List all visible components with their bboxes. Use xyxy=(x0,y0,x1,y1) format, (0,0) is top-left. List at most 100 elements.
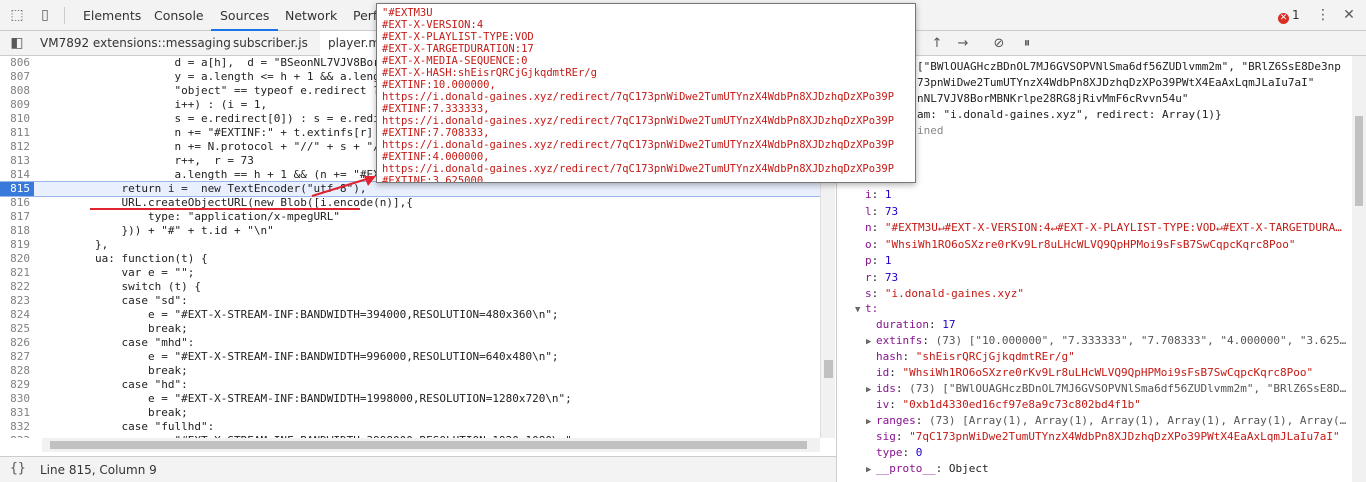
line-number[interactable]: 811 xyxy=(0,126,30,140)
line-number[interactable]: 829 xyxy=(0,378,30,392)
toggle-navigator-icon[interactable]: ◧ xyxy=(8,34,26,52)
code-line[interactable]: 825 break; xyxy=(0,322,820,336)
expand-arrow-icon[interactable]: ▶ xyxy=(866,334,876,350)
scrollbar-thumb[interactable] xyxy=(50,441,807,449)
scope-variable[interactable]: ▶ extinfs: (73) ["10.000000", "7.333333",… xyxy=(866,333,1346,349)
scope-variable[interactable]: sig: "7qC173pnWiDwe2TumUTYnzX4WdbPn8XJDz… xyxy=(876,429,1340,445)
scope-object-t[interactable]: ▼ t: xyxy=(855,301,878,317)
tab-sources[interactable]: Sources xyxy=(211,0,279,31)
step-out-icon[interactable]: ↑ xyxy=(928,35,946,53)
deactivate-breakpoints-icon[interactable]: ⊘ xyxy=(990,35,1008,53)
line-number[interactable]: 810 xyxy=(0,112,30,126)
code-line[interactable]: 829 case "hd": xyxy=(0,378,820,392)
code-line[interactable]: 824 e = "#EXT-X-STREAM-INF:BANDWIDTH=394… xyxy=(0,308,820,322)
scope-variable[interactable]: ▶ ids: (73) ["BWlOUAGHczBDnOL7MJ6GVSOPVNl… xyxy=(866,381,1346,397)
scrollbar-thumb[interactable] xyxy=(1355,116,1363,206)
close-devtools-icon[interactable]: ✕ xyxy=(1340,6,1358,24)
line-number[interactable]: 823 xyxy=(0,294,30,308)
inspect-element-icon[interactable]: ⬚ xyxy=(8,6,26,24)
scope-variable[interactable]: hash: "shEisrQRCjGjkqdmtREr/g" xyxy=(876,349,1075,365)
code-line[interactable]: 823 case "sd": xyxy=(0,294,820,308)
code-line[interactable]: 826 case "mhd": xyxy=(0,336,820,350)
scope-variable[interactable]: iv: "0xb1d4330ed16cf97e8a9c73c802bd4f1b" xyxy=(876,397,1141,413)
line-number[interactable]: 818 xyxy=(0,224,30,238)
expand-arrow-icon[interactable]: ▶ xyxy=(866,414,876,430)
line-number[interactable]: 806 xyxy=(0,56,30,70)
scrollbar-thumb[interactable] xyxy=(824,360,833,378)
variable-name: hash xyxy=(876,350,903,363)
variable-value: "7qC173pnWiDwe2TumUTYnzX4WdbPn8XJDzhqDzX… xyxy=(909,430,1340,443)
variable-value: "shEisrQRCjGjkqdmtREr/g" xyxy=(915,350,1075,363)
scope-variable[interactable]: l: 73 xyxy=(865,204,898,220)
line-number[interactable]: 824 xyxy=(0,308,30,322)
line-number[interactable]: 816 xyxy=(0,196,30,210)
scope-variable[interactable]: i: 1 xyxy=(865,187,892,203)
scope-variable[interactable]: p: 1 xyxy=(865,253,892,269)
scope-variable[interactable]: ▶ __proto__: Object xyxy=(866,461,989,477)
code-line[interactable]: 827 e = "#EXT-X-STREAM-INF:BANDWIDTH=996… xyxy=(0,350,820,364)
scope-variable[interactable]: o: "WhsiWh1RO6oSXzre0rKv9Lr8uLHcWLVQ9QpH… xyxy=(865,237,1295,253)
code-line[interactable]: 821 var e = ""; xyxy=(0,266,820,280)
code-text: s = e.redirect[0]) : s = e.redi xyxy=(42,112,380,125)
line-number[interactable]: 808 xyxy=(0,84,30,98)
scope-variable[interactable]: id: "WhsiWh1RO6oSXzre0rKv9Lr8uLHcWLVQ9Qp… xyxy=(876,365,1313,381)
line-number[interactable]: 833 xyxy=(0,434,30,438)
error-count-badge[interactable]: ✕ 1 xyxy=(1278,8,1300,24)
code-line[interactable]: 817 type: "application/x-mpegURL" xyxy=(0,210,820,224)
step-icon[interactable]: → xyxy=(954,35,972,53)
scope-variable[interactable]: type: 0 xyxy=(876,445,922,461)
expand-arrow-icon[interactable]: ▶ xyxy=(866,462,876,478)
line-number[interactable]: 828 xyxy=(0,364,30,378)
collapse-arrow-icon[interactable]: ▼ xyxy=(855,302,865,318)
code-line[interactable]: 820 ua: function(t) { xyxy=(0,252,820,266)
separator: : xyxy=(895,382,910,395)
code-line[interactable]: 822 switch (t) { xyxy=(0,280,820,294)
line-number[interactable]: 825 xyxy=(0,322,30,336)
tab-elements[interactable]: Elements xyxy=(74,0,150,31)
line-number[interactable]: 807 xyxy=(0,70,30,84)
tab-network[interactable]: Network xyxy=(276,0,346,31)
popover-line: #EXT-X-PLAYLIST-TYPE:VOD xyxy=(382,31,534,43)
editor-horizontal-scrollbar[interactable] xyxy=(42,438,820,452)
line-number[interactable]: 830 xyxy=(0,392,30,406)
scope-text-line: ["BWlOUAGHczBDnOL7MJ6GVSOPVNlSma6df56ZUD… xyxy=(917,60,1341,73)
code-text: break; xyxy=(42,364,188,377)
code-line[interactable]: 818 })) + "#" + t.id + "\n" xyxy=(0,224,820,238)
code-line[interactable]: 819 }, xyxy=(0,238,820,252)
expand-arrow-icon[interactable]: ▶ xyxy=(866,382,876,398)
code-text: a.length == h + 1 && (n += "#EX xyxy=(42,168,380,181)
file-tab-subscriber[interactable]: subscriber.js xyxy=(225,31,316,56)
scope-variable[interactable]: ▶ ranges: (73) [Array(1), Array(1), Array… xyxy=(866,413,1346,429)
scope-variable[interactable]: s: "i.donald-gaines.xyz" xyxy=(865,286,1024,302)
line-number[interactable]: 821 xyxy=(0,266,30,280)
line-number[interactable]: 831 xyxy=(0,406,30,420)
scope-variable[interactable]: r: 73 xyxy=(865,270,898,286)
file-tab-messaging[interactable]: VM7892 extensions::messaging xyxy=(32,31,239,56)
scope-scrollbar[interactable] xyxy=(1352,56,1366,482)
scope-variable[interactable]: duration: 17 xyxy=(876,317,955,333)
line-number[interactable]: 817 xyxy=(0,210,30,224)
code-line[interactable]: 832 case "fullhd": xyxy=(0,420,820,434)
current-code-line[interactable]: 815 return i = new TextEncoder("utf-8"), xyxy=(0,181,820,197)
code-line[interactable]: 828 break; xyxy=(0,364,820,378)
scope-variable[interactable]: n: "#EXTM3U↵#EXT-X-VERSION:4↵#EXT-X-PLAY… xyxy=(865,220,1342,236)
line-number[interactable]: 819 xyxy=(0,238,30,252)
pretty-print-icon[interactable]: {} xyxy=(10,461,26,476)
more-options-icon[interactable]: ⋮ xyxy=(1314,6,1332,24)
line-number[interactable]: 809 xyxy=(0,98,30,112)
device-toolbar-icon[interactable]: ▯ xyxy=(36,6,54,24)
line-number[interactable]: 812 xyxy=(0,140,30,154)
pause-on-exceptions-icon[interactable]: ⏸ xyxy=(1018,35,1036,53)
tab-console[interactable]: Console xyxy=(145,0,213,31)
line-number[interactable]: 832 xyxy=(0,420,30,434)
code-line[interactable]: 831 break; xyxy=(0,406,820,420)
line-number[interactable]: 814 xyxy=(0,168,30,182)
line-number[interactable]: 827 xyxy=(0,350,30,364)
code-line[interactable]: 830 e = "#EXT-X-STREAM-INF:BANDWIDTH=199… xyxy=(0,392,820,406)
toolbar-divider xyxy=(64,7,65,24)
line-number[interactable]: 815 xyxy=(0,182,34,196)
line-number[interactable]: 813 xyxy=(0,154,30,168)
line-number[interactable]: 822 xyxy=(0,280,30,294)
line-number[interactable]: 820 xyxy=(0,252,30,266)
line-number[interactable]: 826 xyxy=(0,336,30,350)
